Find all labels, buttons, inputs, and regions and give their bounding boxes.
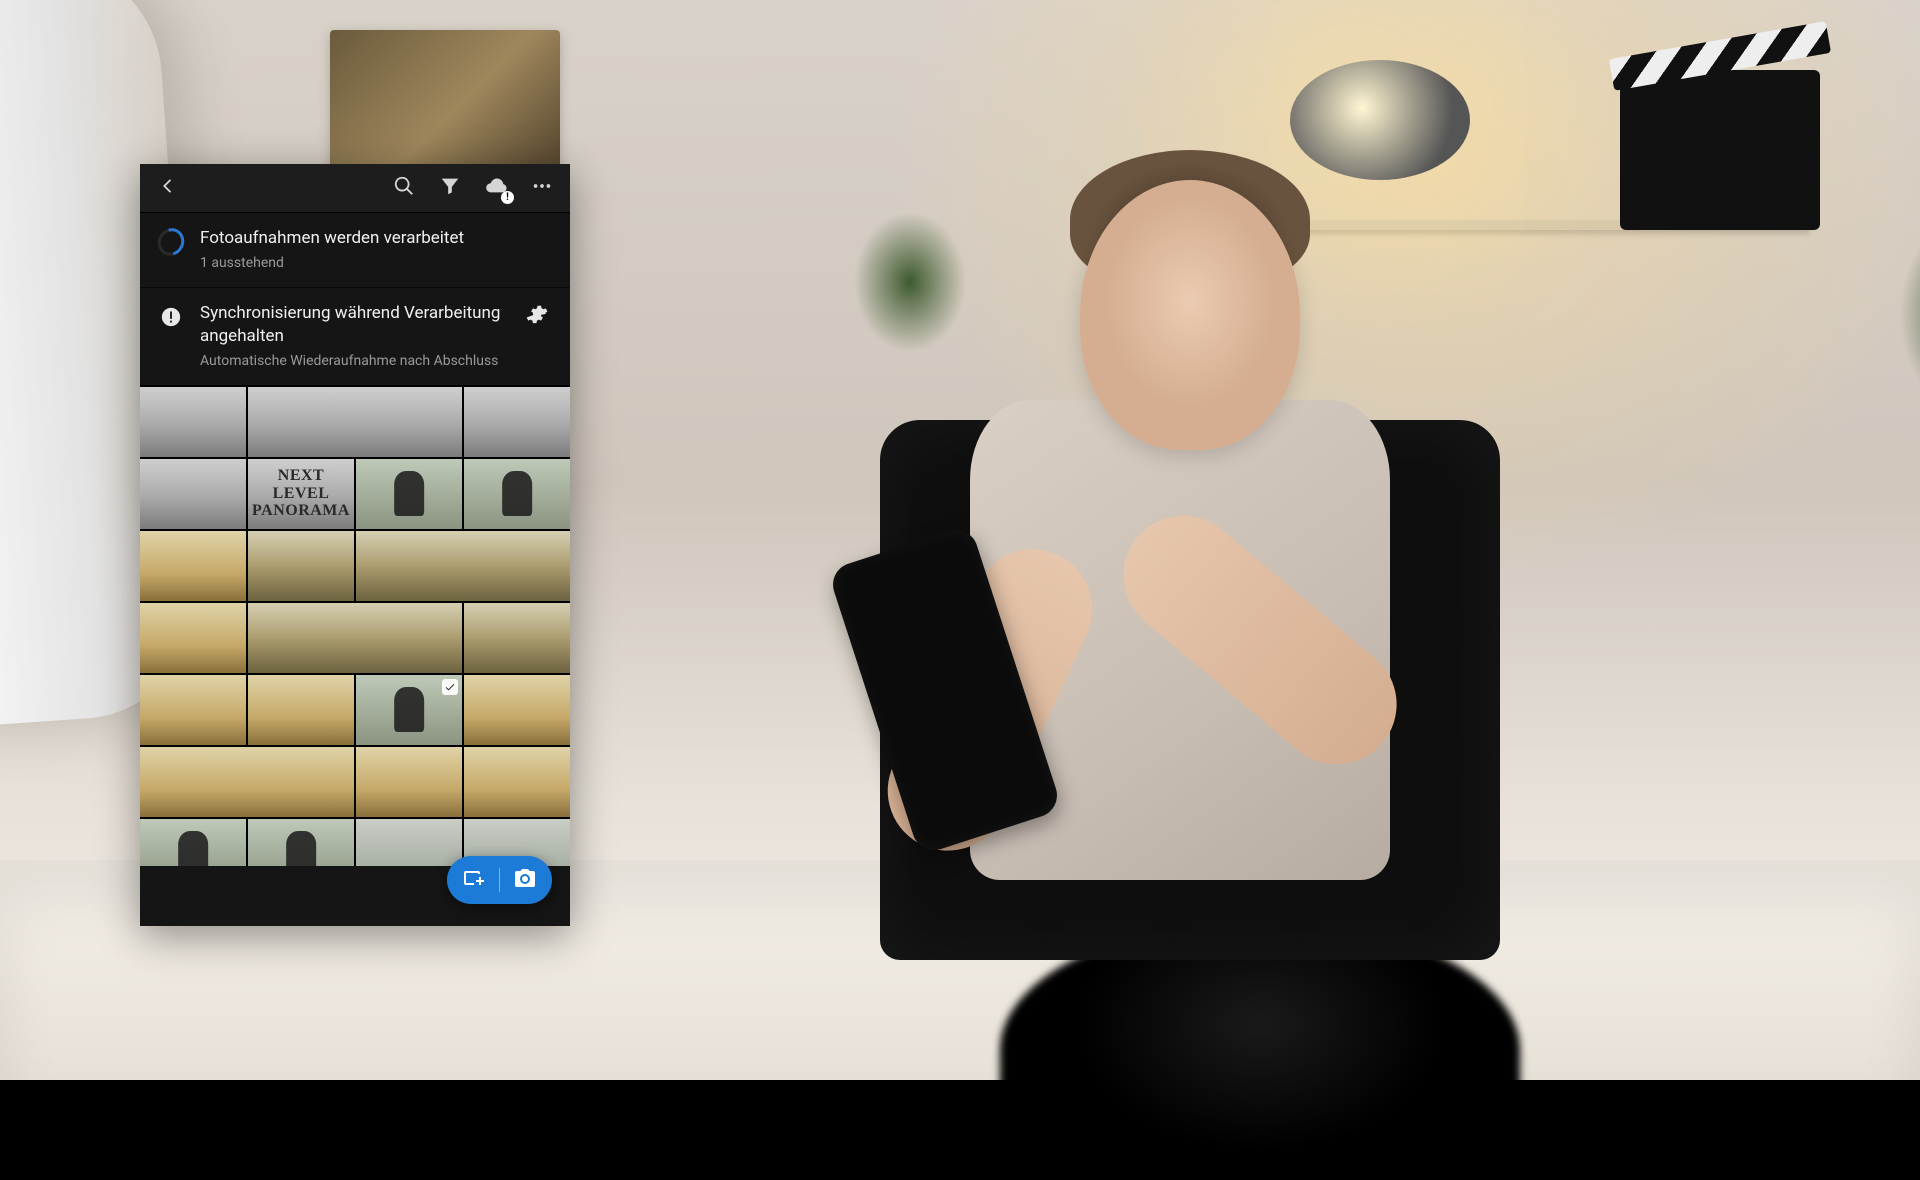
- status-sync-title: Synchronisierung während Verarbeitung an…: [200, 302, 506, 348]
- status-sync-sub: Automatische Wiederaufnahme nach Abschlu…: [200, 352, 506, 371]
- thumb[interactable]: [140, 747, 354, 817]
- thumb[interactable]: [140, 459, 246, 529]
- status-processing-title: Fotoaufnahmen werden verarbeitet: [200, 227, 552, 250]
- thumb[interactable]: [356, 747, 462, 817]
- more-button[interactable]: [522, 168, 562, 208]
- alert-icon: [158, 304, 184, 330]
- thumb[interactable]: [356, 531, 570, 601]
- thumb[interactable]: [356, 459, 462, 529]
- chevron-left-icon: [157, 175, 179, 202]
- clapperboard: [1620, 70, 1820, 230]
- back-button[interactable]: [148, 168, 188, 208]
- filter-button[interactable]: [430, 168, 470, 208]
- thumb[interactable]: [356, 675, 462, 745]
- thumb[interactable]: [248, 603, 462, 673]
- person-head: [1080, 180, 1300, 450]
- gear-icon: [526, 303, 548, 330]
- thumb[interactable]: [248, 819, 354, 866]
- spinner-icon: [158, 229, 184, 255]
- thumb[interactable]: [140, 603, 246, 673]
- thumb[interactable]: [464, 459, 570, 529]
- thumb[interactable]: [140, 819, 246, 866]
- check-icon: [442, 679, 458, 695]
- thumb[interactable]: [464, 603, 570, 673]
- thumb[interactable]: [248, 387, 462, 457]
- camera-icon: [513, 866, 537, 895]
- funnel-icon: [439, 175, 461, 202]
- status-processing[interactable]: Fotoaufnahmen werden verarbeitet 1 ausst…: [140, 212, 570, 287]
- thumb[interactable]: [464, 675, 570, 745]
- status-processing-text: Fotoaufnahmen werden verarbeitet 1 ausst…: [200, 227, 552, 273]
- search-button[interactable]: [384, 168, 424, 208]
- thumb[interactable]: [248, 531, 354, 601]
- thumb[interactable]: [356, 819, 462, 866]
- thumb[interactable]: [464, 387, 570, 457]
- cloud-sync-button[interactable]: !: [476, 168, 516, 208]
- bottom-bar: [140, 866, 570, 926]
- person-with-phone: [820, 120, 1540, 970]
- cloud-alert-badge: !: [501, 191, 514, 204]
- photo-grid[interactable]: NEXT LEVEL PANORAMA: [140, 385, 570, 866]
- import-photos-icon: [462, 866, 486, 895]
- phone-screen-overlay: ! Fotoaufnahmen werden verarbeitet 1 aus…: [140, 164, 570, 926]
- thumb[interactable]: [464, 747, 570, 817]
- thumb[interactable]: [140, 531, 246, 601]
- app-toolbar: !: [140, 164, 570, 212]
- fab-divider: [499, 868, 500, 892]
- more-horizontal-icon: [531, 175, 553, 202]
- plant-right: [1870, 210, 1920, 470]
- status-sync-text: Synchronisierung während Verarbeitung an…: [200, 302, 506, 371]
- sync-settings-button[interactable]: [522, 302, 552, 332]
- status-processing-sub: 1 ausstehend: [200, 254, 552, 273]
- add-photos-fab[interactable]: [447, 856, 552, 904]
- thumb-caption[interactable]: NEXT LEVEL PANORAMA: [248, 459, 354, 529]
- thumb[interactable]: [248, 675, 354, 745]
- camera-button[interactable]: [512, 867, 538, 893]
- status-sync-paused[interactable]: Synchronisierung während Verarbeitung an…: [140, 287, 570, 385]
- thumb[interactable]: [140, 387, 246, 457]
- thumb-caption-text: NEXT LEVEL PANORAMA: [248, 459, 354, 529]
- thumb[interactable]: [140, 675, 246, 745]
- import-photos-button[interactable]: [461, 867, 487, 893]
- search-icon: [393, 175, 415, 202]
